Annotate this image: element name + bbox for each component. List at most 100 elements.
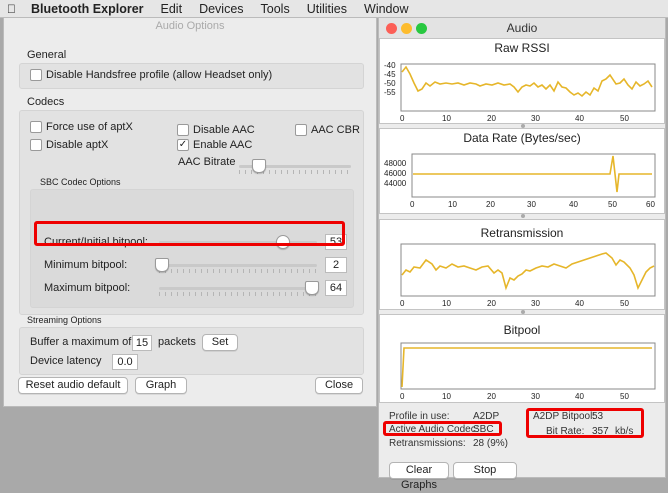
- device-latency-input[interactable]: 0.0: [112, 354, 138, 370]
- aac-cbr-row[interactable]: AAC CBR: [295, 124, 360, 136]
- disable-aptx-checkbox[interactable]: [30, 139, 42, 151]
- datarate-ytick: 44000: [384, 179, 407, 188]
- retrans-xtick: 20: [487, 299, 496, 308]
- retransmissions-value: 28 (9%): [473, 438, 509, 449]
- enable-aac-label: Enable AAC: [193, 139, 253, 151]
- menu-edit[interactable]: Edit: [161, 2, 183, 16]
- datarate-xtick: 50: [608, 200, 617, 209]
- force-aptx-row[interactable]: Force use of aptX: [30, 121, 133, 133]
- rssi-xtick: 0: [400, 114, 405, 123]
- datarate-xtick: 30: [527, 200, 536, 209]
- pane-divider[interactable]: [521, 214, 525, 218]
- clear-graphs-button[interactable]: Clear Graphs: [389, 462, 449, 491]
- max-bitpool-value[interactable]: 64: [325, 280, 347, 296]
- retransmission-plot: 0 10 20 30 40 50: [400, 243, 656, 308]
- buffer-packets-input[interactable]: 15: [132, 335, 152, 351]
- bitpool-xtick: 20: [487, 392, 496, 401]
- stop-button[interactable]: Stop: [453, 462, 517, 479]
- disable-aptx-row[interactable]: Disable aptX: [30, 139, 108, 151]
- graph-button[interactable]: Graph: [135, 377, 187, 394]
- panel-title: Audio Options: [155, 20, 225, 32]
- bitpool-xtick: 40: [575, 392, 584, 401]
- datarate-xtick: 40: [569, 200, 578, 209]
- retrans-xtick: 0: [400, 299, 405, 308]
- disable-aac-row[interactable]: Disable AAC: [177, 124, 255, 136]
- menu-devices[interactable]: Devices: [199, 2, 243, 16]
- bitpool-plot: 0 10 20 30 40 50: [400, 342, 656, 401]
- max-bitpool-thumb[interactable]: [305, 281, 319, 295]
- general-box: Disable Handsfree profile (allow Headset…: [19, 63, 364, 89]
- datarate-ytick: 46000: [384, 169, 407, 178]
- bitpool-xtick: 10: [442, 392, 451, 401]
- menu-app-name[interactable]: Bluetooth Explorer: [31, 2, 144, 16]
- reset-audio-default-button[interactable]: Reset audio default: [18, 377, 128, 394]
- retrans-xtick: 10: [442, 299, 451, 308]
- audio-window-title: Audio: [506, 21, 538, 35]
- max-bitpool-slider[interactable]: [159, 287, 317, 290]
- menu-utilities[interactable]: Utilities: [307, 2, 347, 16]
- enable-aac-row[interactable]: ✓ Enable AAC: [177, 139, 252, 151]
- rssi-xtick: 20: [487, 114, 496, 123]
- close-button[interactable]: Close: [315, 377, 363, 394]
- datarate-xtick: 0: [410, 200, 415, 209]
- disable-handsfree-label: Disable Handsfree profile (allow Headset…: [46, 69, 273, 81]
- streaming-box: Buffer a maximum of 15 packets Set Devic…: [19, 327, 364, 375]
- min-bitpool-ticks: [159, 269, 317, 273]
- audio-window: Audio Raw RSSI -40 -45 -50 -55 0 10 20 3…: [378, 17, 666, 491]
- rssi-ytick: -45: [384, 70, 396, 79]
- disable-aptx-label: Disable aptX: [46, 139, 109, 151]
- rssi-xtick: 40: [575, 114, 584, 123]
- bitpool-xtick: 0: [400, 392, 405, 401]
- sbc-box: Current/Initial bitpool: 53 Minimum bitp…: [30, 189, 354, 308]
- data-rate-chart: Data Rate (Bytes/sec) 48000 46000 44000 …: [379, 128, 665, 214]
- menu-tools[interactable]: Tools: [261, 2, 290, 16]
- audio-options-panel: Audio Options General Disable Handsfree …: [3, 17, 377, 407]
- datarate-ytick: 48000: [384, 159, 407, 168]
- apple-icon[interactable]: : [7, 2, 21, 16]
- min-bitpool-slider[interactable]: [159, 264, 317, 267]
- menu-bar:  Bluetooth Explorer Edit Devices Tools …: [0, 0, 668, 18]
- aac-cbr-checkbox[interactable]: [295, 124, 307, 136]
- zoom-window-icon[interactable]: [416, 23, 427, 34]
- audio-window-titlebar: Audio: [379, 18, 665, 39]
- enable-aac-checkbox[interactable]: ✓: [177, 139, 189, 151]
- codecs-heading: Codecs: [27, 96, 65, 108]
- buffer-prefix-label: Buffer a maximum of: [30, 336, 132, 348]
- aac-bitrate-thumb[interactable]: [252, 159, 266, 173]
- bitpool-xtick: 50: [620, 392, 629, 401]
- raw-rssi-plot: -40 -45 -50 -55 0 10 20 30 40 50: [384, 61, 656, 123]
- max-bitpool-label: Maximum bitpool:: [44, 282, 131, 294]
- rssi-ytick: -40: [384, 61, 396, 70]
- disable-handsfree-checkbox[interactable]: [30, 69, 42, 81]
- bitpool-bitrate-highlight: [526, 408, 644, 438]
- disable-aac-checkbox[interactable]: [177, 124, 189, 136]
- minimize-window-icon[interactable]: [401, 23, 412, 34]
- current-bitpool-highlight: [34, 221, 345, 246]
- force-aptx-checkbox[interactable]: [30, 121, 42, 133]
- retrans-xtick: 50: [620, 299, 629, 308]
- sbc-heading: SBC Codec Options: [40, 177, 121, 187]
- min-bitpool-value[interactable]: 2: [325, 257, 347, 273]
- close-window-icon[interactable]: [386, 23, 397, 34]
- min-bitpool-thumb[interactable]: [155, 258, 169, 272]
- retransmissions-label: Retransmissions:: [389, 438, 466, 449]
- general-heading: General: [27, 49, 67, 61]
- active-codec-highlight: [383, 421, 502, 436]
- retrans-xtick: 40: [575, 299, 584, 308]
- disable-aac-label: Disable AAC: [193, 124, 255, 136]
- set-button[interactable]: Set: [202, 334, 238, 351]
- device-latency-label: Device latency: [30, 355, 102, 367]
- menu-window[interactable]: Window: [364, 2, 408, 16]
- codecs-box: Force use of aptX Disable aptX Disable A…: [19, 110, 364, 315]
- rssi-ytick: -55: [384, 88, 396, 97]
- rssi-xtick: 10: [442, 114, 451, 123]
- aac-cbr-label: AAC CBR: [311, 124, 360, 136]
- retransmission-chart: Retransmission 0 10 20 30 40 50: [379, 219, 665, 310]
- disable-handsfree-row[interactable]: Disable Handsfree profile (allow Headset…: [30, 69, 272, 81]
- bitpool-chart: Bitpool 0 10 20 30 40 50: [379, 314, 665, 403]
- raw-rssi-chart: Raw RSSI -40 -45 -50 -55 0 10 20 30 40 5…: [379, 38, 665, 124]
- data-rate-plot: 48000 46000 44000 0 10 20 30 40 50 60: [384, 153, 656, 209]
- datarate-xtick: 10: [448, 200, 457, 209]
- streaming-heading: Streaming Options: [27, 315, 102, 325]
- datarate-xtick: 60: [646, 200, 655, 209]
